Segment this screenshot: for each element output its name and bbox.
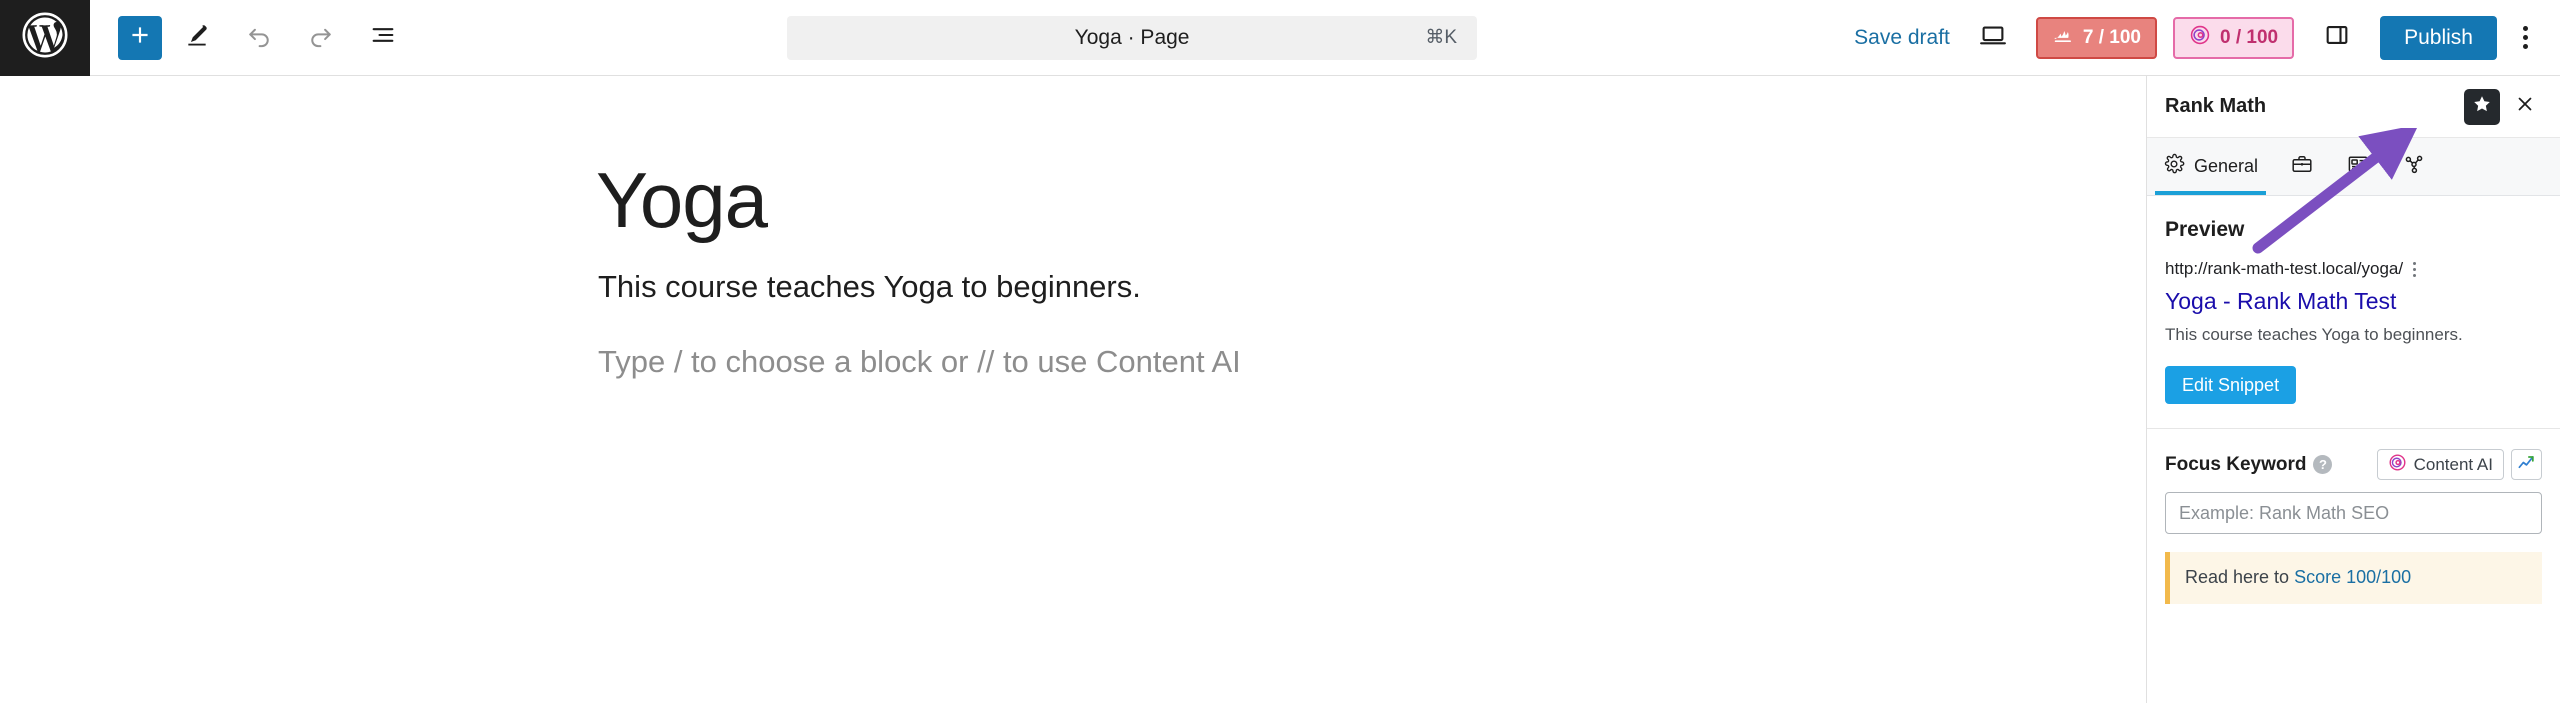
serp-description: This course teaches Yoga to beginners. <box>2165 324 2463 344</box>
laptop-preview-icon <box>1978 20 2008 55</box>
content-ai-button-label: Content AI <box>2413 454 2493 474</box>
gear-icon <box>2163 153 2185 180</box>
rank-math-sidebar: Rank Math General Preview http://rank-ma… <box>2146 76 2560 703</box>
editor-canvas: Yoga This course teaches Yoga to beginne… <box>0 76 2146 703</box>
toolbar-right-group: Save draft 7 / 100 0 / 100 Publish <box>1854 11 2560 65</box>
document-overview-button[interactable] <box>356 11 410 65</box>
close-icon <box>2514 93 2536 120</box>
settings-sidebar-icon <box>2323 21 2351 54</box>
focus-keyword-label: Focus Keyword <box>2165 453 2307 475</box>
rank-math-tabs: General <box>2147 138 2560 196</box>
focus-keyword-actions: Content AI <box>2376 449 2542 481</box>
preview-button[interactable] <box>1966 11 2020 65</box>
undo-button[interactable] <box>232 11 286 65</box>
more-options-icon <box>2523 26 2528 31</box>
seo-score-badge[interactable]: 7 / 100 <box>2035 16 2157 59</box>
edit-mode-button[interactable] <box>170 11 224 65</box>
seo-score-value: 7 / 100 <box>2082 26 2141 48</box>
wordpress-logo-icon <box>21 11 69 64</box>
score-notice: Read here to Score 100/100 <box>2165 552 2542 604</box>
add-block-button[interactable] <box>118 15 162 60</box>
pencil-icon <box>184 22 210 53</box>
rank-math-star-button[interactable] <box>2464 88 2500 125</box>
rank-math-header: Rank Math <box>2147 76 2560 138</box>
focus-keyword-row: Focus Keyword ? Content AI <box>2165 449 2542 481</box>
social-share-icon <box>2402 152 2426 181</box>
save-draft-button[interactable]: Save draft <box>1854 26 1950 50</box>
wordpress-logo-button[interactable] <box>0 0 90 76</box>
keyword-trends-button[interactable] <box>2511 449 2542 481</box>
content-ai-button[interactable]: Content AI <box>2376 449 2504 481</box>
toolbar-left-group <box>90 11 410 65</box>
content-ai-score-badge[interactable]: 0 / 100 <box>2173 16 2295 59</box>
editor-toolbar: Yoga · Page ⌘K Save draft 7 / 100 0 / 10… <box>0 0 2560 76</box>
publish-button[interactable]: Publish <box>2380 15 2497 60</box>
schema-snippet-icon <box>2346 152 2370 181</box>
score-notice-text: Read here to <box>2185 567 2295 588</box>
tab-general-label: General <box>2194 156 2259 176</box>
command-bar[interactable]: Yoga · Page ⌘K <box>787 15 1478 60</box>
post-title[interactable]: Yoga <box>596 159 768 242</box>
preview-heading: Preview <box>2165 218 2245 241</box>
content-ai-score-value: 0 / 100 <box>2220 26 2279 48</box>
serp-url: http://rank-math-test.local/yoga/ <box>2165 259 2404 278</box>
settings-sidebar-button[interactable] <box>2310 11 2364 65</box>
tab-social[interactable] <box>2386 138 2442 195</box>
rank-math-general-panel: Preview http://rank-math-test.local/yoga… <box>2147 218 2560 604</box>
tab-advanced[interactable] <box>2274 138 2330 195</box>
redo-icon <box>307 21 335 54</box>
score-notice-link[interactable]: Score 100/100 <box>2294 567 2411 587</box>
briefcase-icon <box>2290 152 2314 181</box>
toolbar-center-group: Yoga · Page ⌘K <box>410 15 1854 60</box>
serp-url-row: http://rank-math-test.local/yoga/ <box>2165 258 2542 280</box>
rank-math-panel-title: Rank Math <box>2165 95 2267 117</box>
command-bar-title: Yoga · Page <box>1074 25 1190 49</box>
snippet-menu-icon[interactable] <box>2413 258 2417 277</box>
serp-preview: http://rank-math-test.local/yoga/ Yoga -… <box>2165 258 2542 347</box>
serp-title[interactable]: Yoga - Rank Math Test <box>2165 287 2542 316</box>
close-panel-button[interactable] <box>2506 88 2544 126</box>
tab-general[interactable]: General <box>2147 138 2274 195</box>
content-ai-icon <box>2189 24 2211 52</box>
star-icon <box>2471 93 2493 120</box>
post-paragraph-block[interactable]: This course teaches Yoga to beginners. <box>598 264 1141 311</box>
rank-math-icon <box>2052 24 2074 52</box>
redo-button[interactable] <box>294 11 348 65</box>
tab-schema[interactable] <box>2330 138 2386 195</box>
empty-block-placeholder[interactable]: Type / to choose a block or // to use Co… <box>598 339 1241 386</box>
edit-snippet-button[interactable]: Edit Snippet <box>2165 366 2297 405</box>
content-ai-icon <box>2388 453 2407 477</box>
trend-chart-icon <box>2517 453 2536 477</box>
document-overview-icon <box>369 21 397 54</box>
undo-icon <box>245 21 273 54</box>
more-options-button[interactable] <box>2513 18 2538 57</box>
command-bar-shortcut: ⌘K <box>1425 27 1458 48</box>
focus-keyword-input[interactable] <box>2165 492 2542 535</box>
section-divider <box>2147 428 2560 430</box>
plus-icon <box>127 22 153 53</box>
help-icon[interactable]: ? <box>2313 455 2333 475</box>
